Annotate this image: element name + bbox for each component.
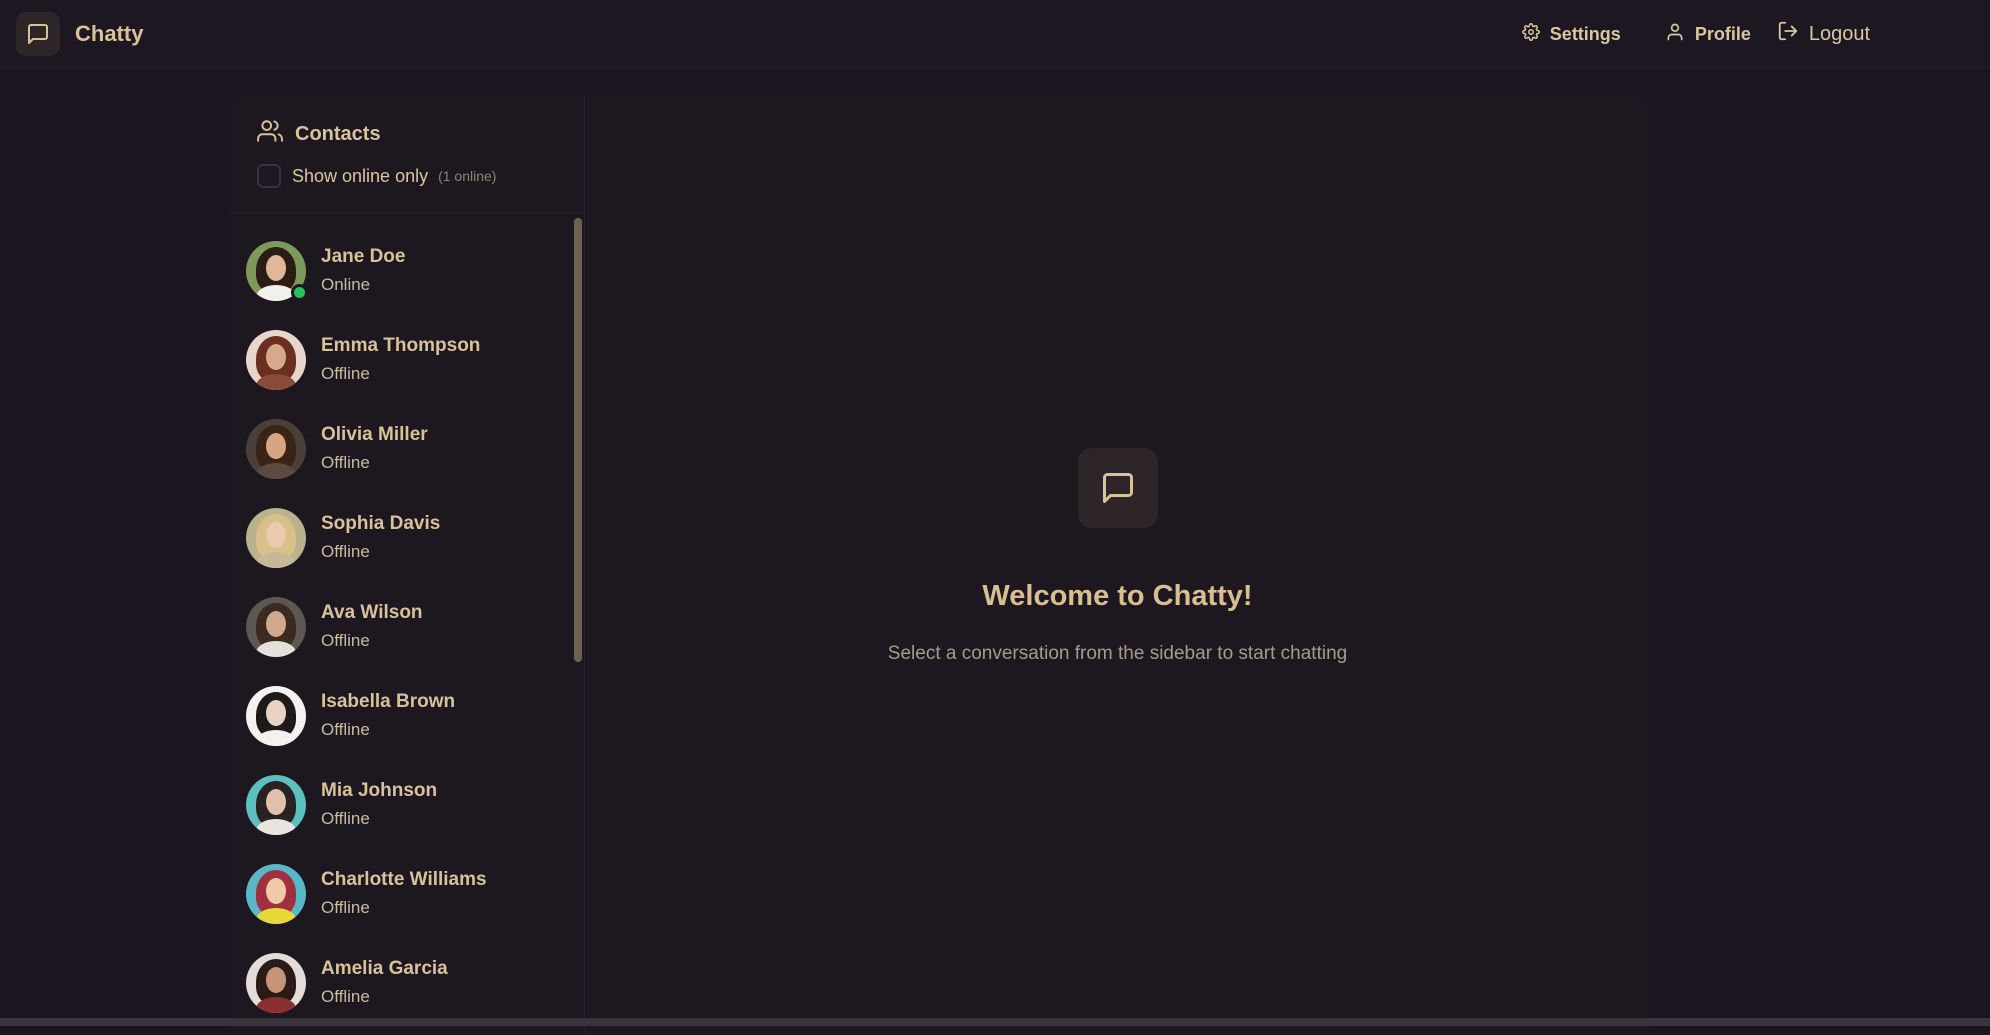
- contact-status: Offline: [321, 720, 370, 739]
- online-only-label[interactable]: Show online only: [292, 166, 428, 187]
- logout-button[interactable]: Logout: [1767, 12, 1880, 56]
- contact-name: Amelia Garcia: [321, 958, 448, 979]
- message-square-icon: [16, 11, 60, 56]
- contact-status: Offline: [321, 631, 370, 650]
- avatar: [246, 507, 306, 568]
- avatar: [246, 240, 308, 301]
- contact-list: Jane Doe Online Emma Thompson Offline Ol…: [230, 226, 575, 1035]
- user-icon: [1665, 22, 1685, 47]
- chat-container: Contacts Show online only (1 online) Jan…: [230, 96, 1650, 1035]
- online-count: (1 online): [438, 168, 497, 184]
- contact-name: Ava Wilson: [321, 602, 423, 623]
- top-navbar: Chatty Settings Profile Logout: [0, 0, 1990, 68]
- online-status-dot: [291, 283, 308, 301]
- contact-item[interactable]: Sophia Davis Offline: [230, 493, 575, 582]
- horizontal-scrollbar[interactable]: [0, 1018, 1990, 1026]
- welcome-title: Welcome to Chatty!: [982, 580, 1253, 612]
- contact-status: Offline: [321, 809, 370, 828]
- welcome-panel: Welcome to Chatty! Select a conversation…: [585, 96, 1650, 1035]
- settings-button[interactable]: Settings: [1512, 15, 1631, 54]
- contacts-title: Contacts: [295, 122, 381, 145]
- contact-item[interactable]: Amelia Garcia Offline: [230, 938, 575, 1027]
- settings-label: Settings: [1549, 23, 1621, 44]
- avatar: [246, 418, 306, 479]
- online-only-checkbox[interactable]: [257, 164, 281, 188]
- profile-label: Profile: [1694, 23, 1751, 44]
- logout-icon: [1777, 20, 1799, 48]
- brand-home-link[interactable]: Chatty: [16, 11, 144, 56]
- header-nav: Settings Profile Logout: [1512, 0, 1880, 68]
- contact-name: Olivia Miller: [321, 424, 428, 445]
- contact-list-scrollbar[interactable]: [574, 218, 582, 662]
- contact-status: Offline: [321, 898, 370, 917]
- gear-icon: [1521, 22, 1540, 46]
- sidebar-header: Contacts Show online only (1 online): [230, 96, 584, 214]
- profile-button[interactable]: Profile: [1655, 14, 1761, 55]
- contact-status: Offline: [321, 364, 370, 383]
- brand-name: Chatty: [75, 20, 144, 46]
- contact-item[interactable]: Charlotte Williams Offline: [230, 849, 575, 938]
- avatar: [246, 863, 306, 924]
- contact-name: Isabella Brown: [321, 691, 456, 712]
- contact-status: Offline: [321, 987, 370, 1006]
- welcome-message-icon: [1077, 448, 1158, 528]
- contact-item[interactable]: Emma Thompson Offline: [230, 315, 575, 404]
- contact-item[interactable]: Jane Doe Online: [230, 226, 575, 315]
- contacts-sidebar: Contacts Show online only (1 online) Jan…: [230, 96, 585, 1035]
- avatar: [246, 685, 306, 746]
- avatar: [246, 774, 306, 835]
- avatar: [246, 596, 306, 657]
- online-filter: Show online only (1 online): [257, 164, 560, 188]
- contact-item[interactable]: Olivia Miller Offline: [230, 404, 575, 493]
- contact-name: Charlotte Williams: [321, 869, 487, 890]
- users-icon: [257, 118, 283, 150]
- contact-item[interactable]: Mia Johnson Offline: [230, 760, 575, 849]
- contact-status: Offline: [321, 542, 370, 561]
- contact-name: Sophia Davis: [321, 513, 441, 534]
- contacts-heading: Contacts: [257, 118, 560, 150]
- contact-name: Jane Doe: [321, 246, 406, 267]
- logout-label: Logout: [1808, 22, 1870, 45]
- contact-status: Offline: [321, 453, 370, 472]
- contact-item[interactable]: Ava Wilson Offline: [230, 582, 575, 671]
- avatar: [246, 952, 306, 1013]
- contact-item[interactable]: Isabella Brown Offline: [230, 671, 575, 760]
- contact-name: Mia Johnson: [321, 780, 438, 801]
- contact-status: Online: [321, 275, 371, 294]
- welcome-subtitle: Select a conversation from the sidebar t…: [887, 643, 1348, 664]
- contact-name: Emma Thompson: [321, 335, 481, 356]
- avatar: [246, 329, 306, 390]
